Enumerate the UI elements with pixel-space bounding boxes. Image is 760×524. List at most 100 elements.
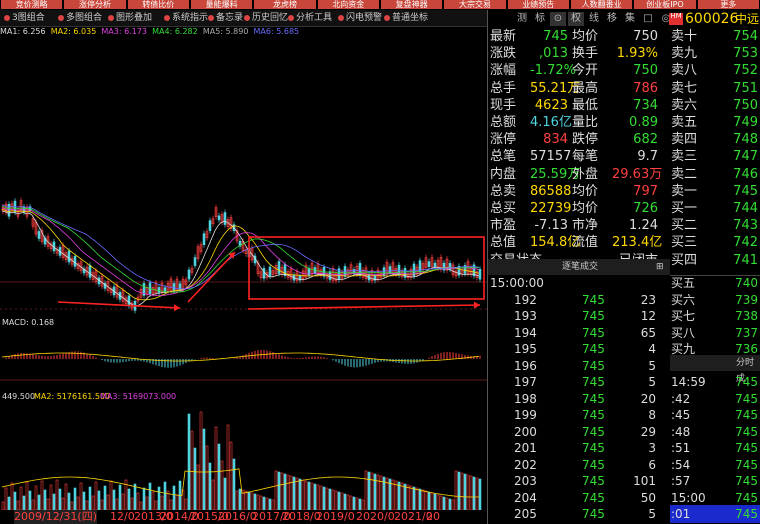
candle-body <box>208 220 212 231</box>
year-tick-label: 20 <box>426 510 440 523</box>
volume-bar <box>190 430 194 510</box>
candle-body <box>172 283 176 291</box>
volume-bar <box>238 488 242 510</box>
memo-button[interactable]: 备忘录 <box>208 12 243 24</box>
tick-row: 203 745 101:57 745 <box>488 472 760 490</box>
right-tab-2[interactable]: ⊙ <box>550 12 566 26</box>
volume-bar <box>274 470 278 510</box>
tick-price: 745 <box>582 292 605 307</box>
alert-button[interactable]: 闪电预警 <box>338 12 382 24</box>
quote-label: 总卖 <box>490 183 517 199</box>
right-tab-7[interactable]: □ <box>640 12 656 26</box>
level-label: 卖五 <box>671 115 698 130</box>
volume-bar <box>202 428 206 510</box>
kline-chart[interactable]: MACD: 0.168 449.500 MA2: 5176161.500 MA3… <box>0 37 488 510</box>
quote-row: 总值 154.8亿 流值 213.4亿 买三 742 <box>488 234 760 251</box>
volume-bar <box>235 490 239 510</box>
indicator-button[interactable]: 系统指示 <box>164 12 208 24</box>
quote-value: 25.59万 <box>530 166 581 182</box>
tick-row: 198 745 20:42 745 <box>488 390 760 408</box>
volume-bar <box>175 494 179 510</box>
right-tab-1[interactable]: 标 <box>532 12 548 26</box>
quote-value: 86588 <box>530 183 572 199</box>
top-tab-8[interactable]: 业绩预告 <box>507 0 569 9</box>
right-tab-4[interactable]: 线 <box>586 12 602 26</box>
combo-multi-button[interactable]: 多图组合 <box>58 12 102 24</box>
history-button[interactable]: 历史回忆 <box>244 12 288 24</box>
top-tab-9[interactable]: 人数翻番业 <box>571 0 633 9</box>
candle-body <box>433 262 437 268</box>
quote-row: 总手 55.21万 最高 786 卖七 751 <box>488 80 760 97</box>
volume-bar <box>475 477 479 510</box>
quote-label-2: 外盘 <box>572 166 599 182</box>
annotation-arrowhead <box>173 304 180 312</box>
stock-tag: HM <box>669 13 683 25</box>
ma2-value: MA2: 6.035 <box>50 27 97 36</box>
alert-label: 闪电预警 <box>346 13 383 23</box>
top-tab-1[interactable]: 涨停分析 <box>64 0 126 9</box>
volume-bar <box>163 481 167 510</box>
volume-bar <box>343 493 347 510</box>
side-label: :42 <box>671 391 691 406</box>
candle-body <box>67 250 71 263</box>
side-value: 737 <box>735 325 758 340</box>
volume-bar <box>67 492 71 510</box>
volume-bar <box>19 486 23 510</box>
side-label: :54 <box>671 457 691 472</box>
top-tab-4[interactable]: 龙虎榜 <box>254 0 316 9</box>
volume-bar <box>460 472 464 510</box>
overlay-button[interactable]: 图形叠加 <box>108 12 152 24</box>
tick-price: 745 <box>582 375 605 389</box>
volume-bar <box>445 497 449 510</box>
top-tab-6[interactable]: 复盘神器 <box>381 0 443 9</box>
top-tab-7[interactable]: 大宗交易 <box>444 0 506 9</box>
top-tab-10[interactable]: 创业板IPO <box>634 0 696 9</box>
side-label: 买六 <box>671 292 696 307</box>
volume-bar <box>112 489 116 510</box>
candle-body <box>157 287 161 293</box>
volume-bar <box>463 473 467 510</box>
combo-3-button[interactable]: 3图组合 <box>4 12 45 24</box>
tick-volume: 20 <box>640 391 656 406</box>
ma-line <box>1 206 480 293</box>
stock-name: 中远 <box>735 12 760 26</box>
side-value: 745 <box>735 408 758 422</box>
candle-body <box>37 231 41 239</box>
side-value: 745 <box>735 391 758 406</box>
volume-bar <box>322 486 326 510</box>
volume-bar <box>79 482 83 510</box>
coord-button[interactable]: 普通坐标 <box>384 12 428 24</box>
level-price: 753 <box>733 46 758 62</box>
volume-bar <box>7 496 11 510</box>
quote-value-2: 797 <box>633 183 658 199</box>
tick-list-expand-icon[interactable]: ⊞ <box>656 259 664 275</box>
quote-row: 总额 4.16亿 量比 0.89 卖五 749 <box>488 114 760 131</box>
volume-bar <box>130 497 134 510</box>
top-tab-3[interactable]: 量能爆料 <box>191 0 253 9</box>
tick-price: 745 <box>582 457 605 472</box>
side-label: :01 <box>671 507 691 521</box>
tick-row: 201 745 3:51 745 <box>488 439 760 457</box>
tick-row: 200 745 29:48 745 <box>488 423 760 441</box>
volume-bar <box>37 494 41 510</box>
tick-volume: 29 <box>640 424 656 439</box>
right-tab-0[interactable]: 测 <box>514 12 530 26</box>
right-tab-5[interactable]: 移 <box>604 12 620 26</box>
volume-group <box>1 411 482 510</box>
quote-value-2: 29.63万 <box>612 166 663 182</box>
quote-value-2: 786 <box>633 80 658 96</box>
tick-price: 745 <box>582 474 605 488</box>
volume-bar <box>298 478 302 510</box>
right-tab-6[interactable]: 集 <box>622 12 638 26</box>
tick-volume: 5 <box>648 358 656 373</box>
top-tab-0[interactable]: 竞价测略 <box>1 0 63 9</box>
top-tab-2[interactable]: 转债比价 <box>127 0 189 9</box>
ma4-value: MA4: 6.282 <box>152 27 198 36</box>
top-tab-11[interactable]: 更多 <box>697 0 759 9</box>
tools-button[interactable]: 分析工具 <box>288 12 332 24</box>
right-tab-3[interactable]: 权 <box>568 12 584 26</box>
volume-bar <box>58 488 62 510</box>
top-tab-5[interactable]: 北向资金 <box>317 0 379 9</box>
volume-bar <box>310 482 314 510</box>
volume-bar <box>73 487 77 510</box>
